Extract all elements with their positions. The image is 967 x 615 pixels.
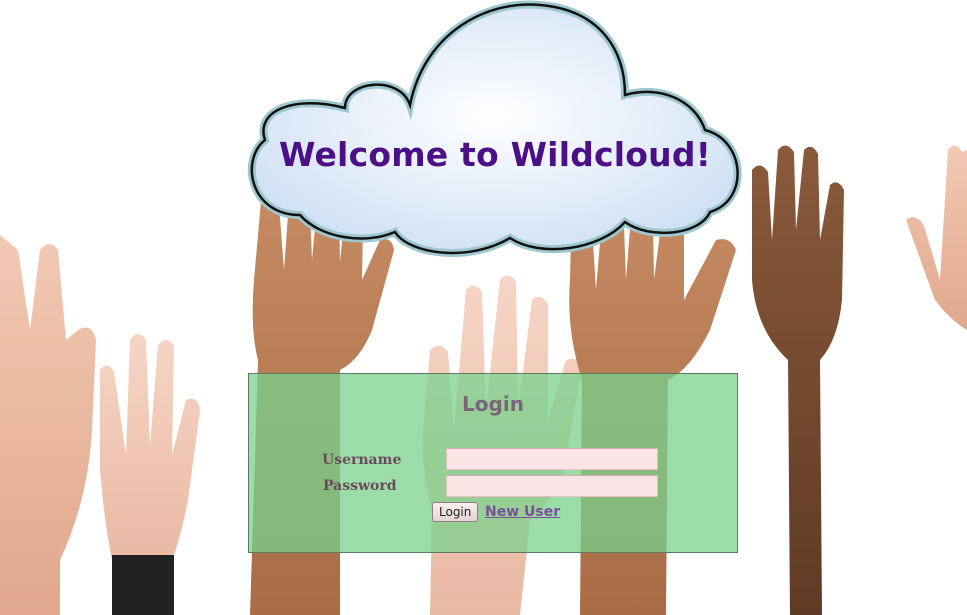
cloud-shape [247, 0, 742, 257]
login-button[interactable]: Login [432, 502, 479, 522]
page-title: Welcome to Wildcloud! [279, 135, 711, 174]
new-user-link[interactable]: New User [485, 502, 560, 522]
hand-right [752, 145, 844, 615]
hand-left [100, 334, 200, 615]
username-label: Username [322, 452, 402, 468]
password-input[interactable] [446, 475, 658, 497]
login-heading: Login [462, 392, 524, 416]
password-label: Password [323, 478, 397, 494]
login-panel: Login Username Password Login New User [248, 373, 738, 553]
username-input[interactable] [446, 448, 658, 470]
hand-far-left [0, 235, 96, 615]
hand-far-right [906, 145, 967, 330]
